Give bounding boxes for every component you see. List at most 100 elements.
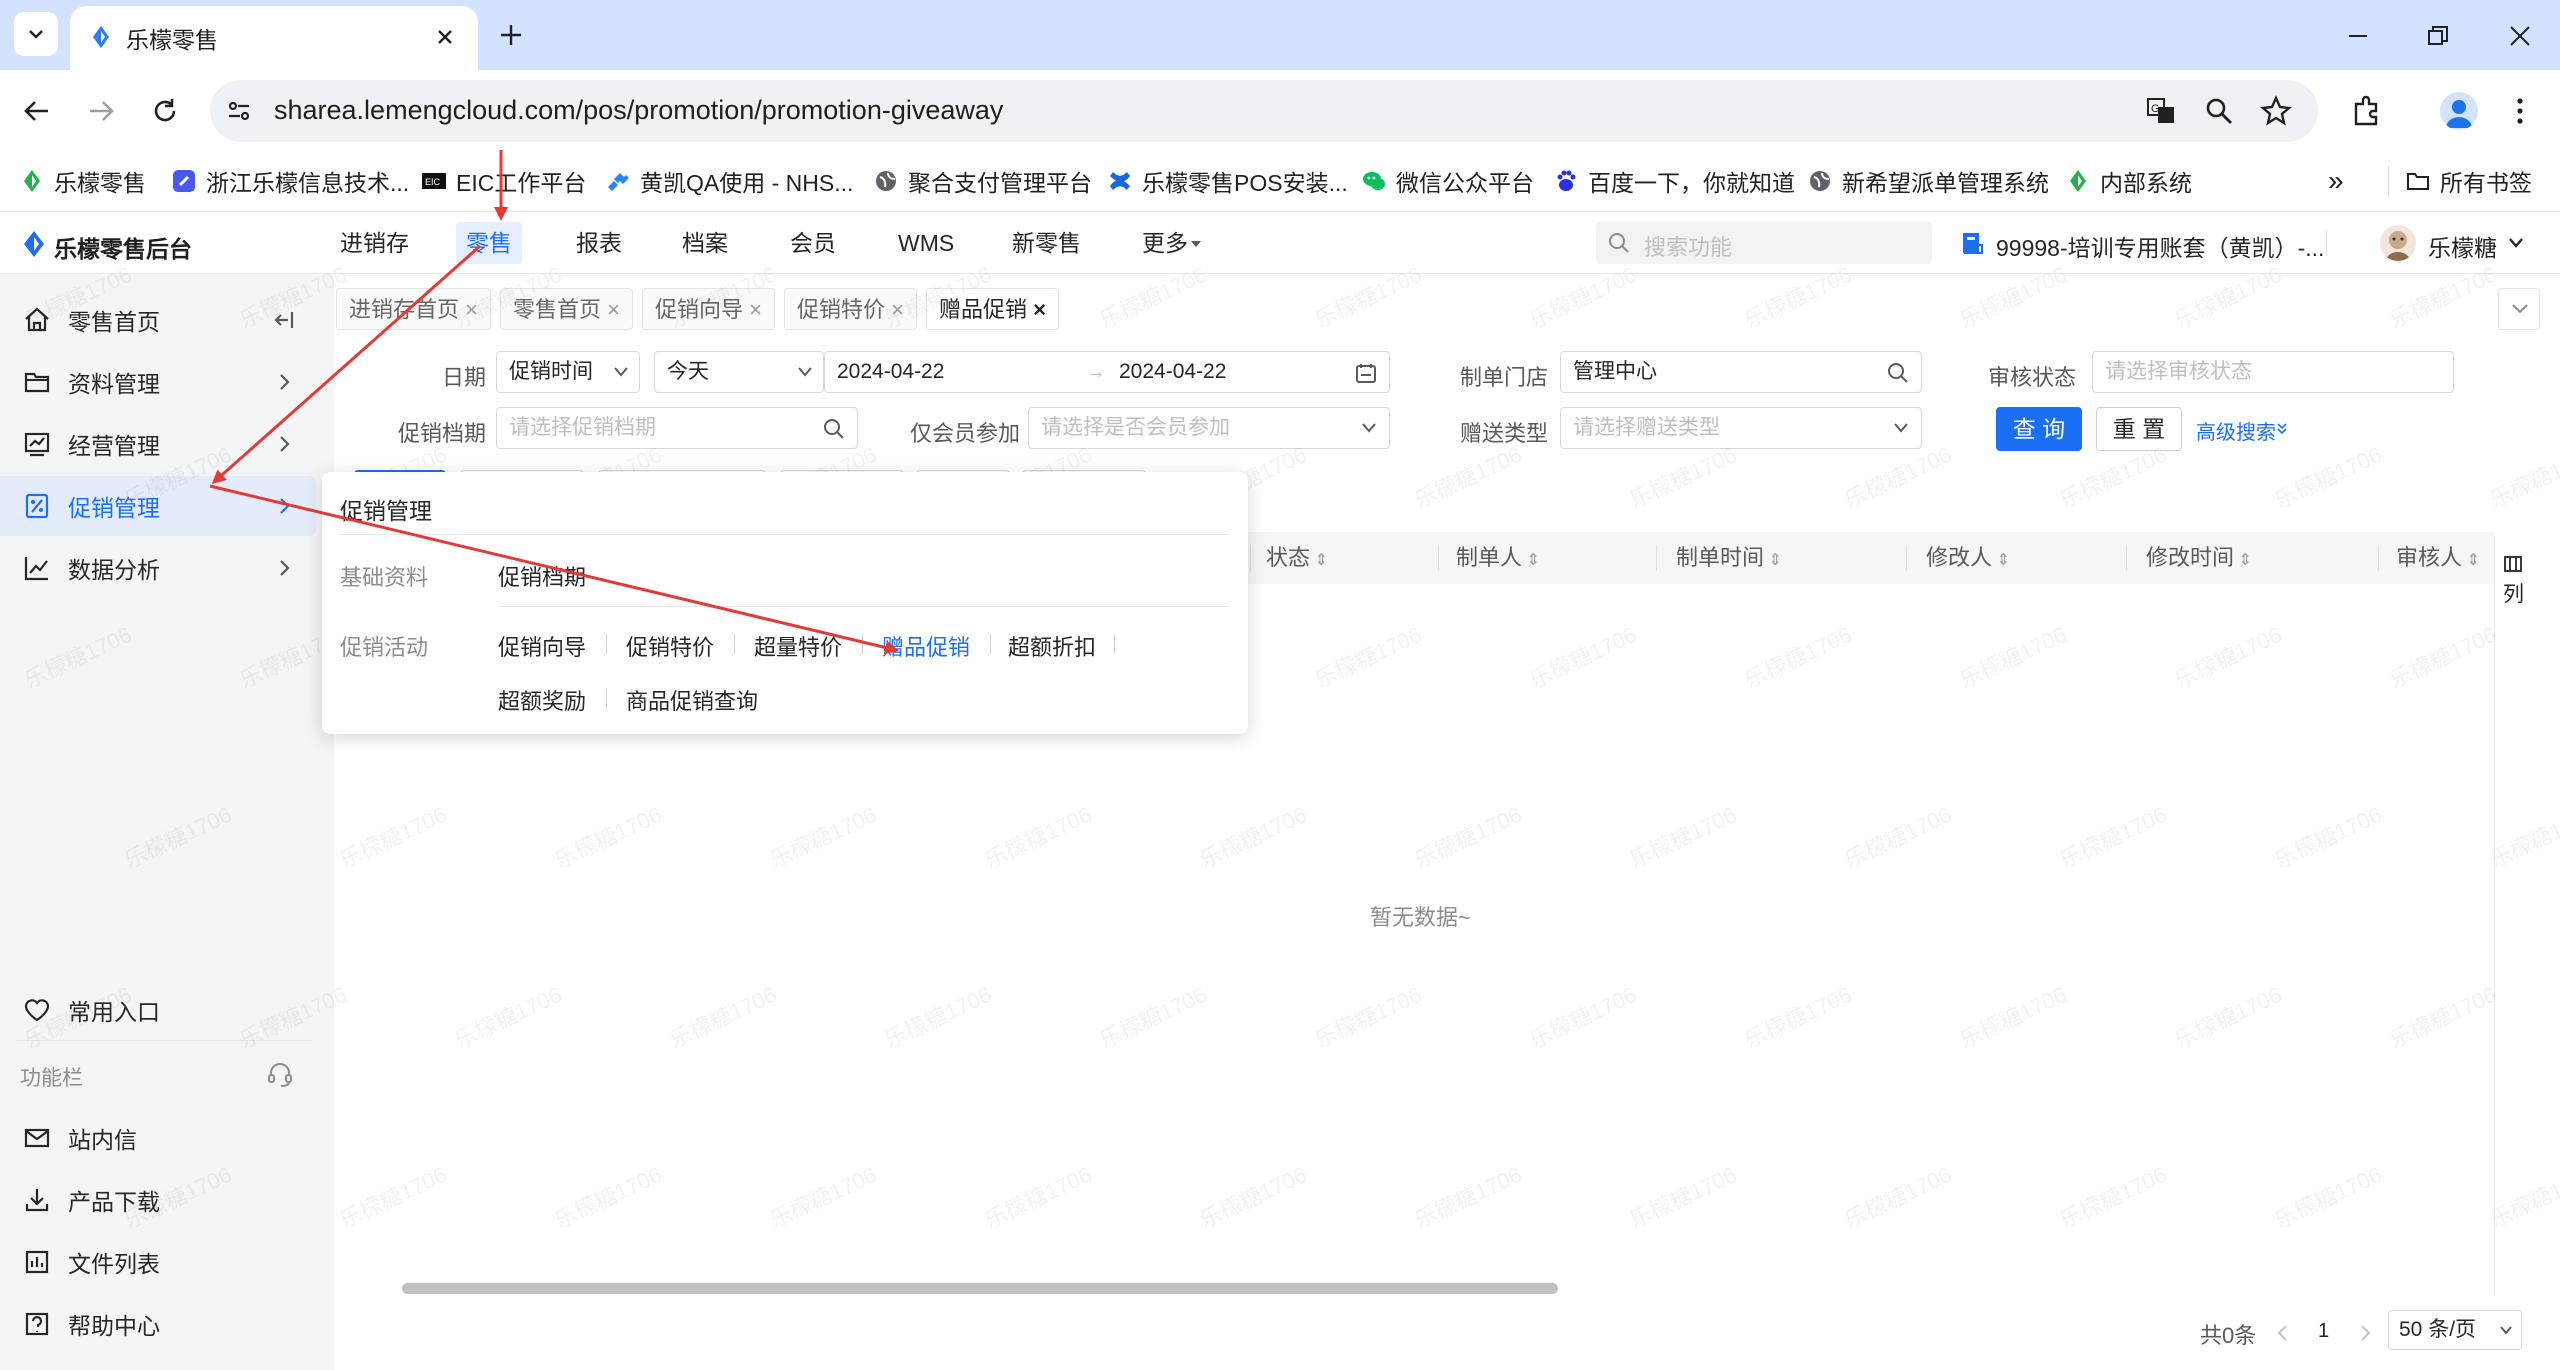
date-start[interactable]: 2024-04-22: [837, 360, 944, 383]
sort-icon[interactable]: ⇕: [2462, 552, 2479, 569]
bookmark-item[interactable]: EIC EIC工作平台: [422, 150, 586, 212]
date-preset-select[interactable]: 今天: [654, 351, 824, 393]
column-settings-button[interactable]: 列: [2494, 536, 2530, 1296]
page-tab[interactable]: 促销特价 ×: [784, 288, 917, 330]
bookmark-item[interactable]: 乐檬零售: [20, 150, 146, 212]
calendar-icon[interactable]: [1355, 362, 1377, 384]
tool-help-center[interactable]: 帮助中心: [0, 1294, 316, 1354]
flyout-link-excess-discount[interactable]: 超额折扣: [1008, 630, 1096, 662]
forward-icon[interactable]: [86, 96, 116, 126]
bookmark-item[interactable]: 微信公众平台: [1362, 150, 1534, 212]
profile-avatar[interactable]: [2440, 92, 2478, 130]
nav-item[interactable]: 档案: [682, 212, 728, 274]
close-icon[interactable]: ×: [607, 297, 620, 322]
sidebar-item-analytics[interactable]: 数据分析: [0, 538, 316, 598]
member-only-select[interactable]: 请选择是否会员参加: [1028, 407, 1390, 449]
page-size-select[interactable]: 50 条/页: [2388, 1310, 2522, 1350]
double-chevron-down-icon[interactable]: [2276, 422, 2288, 436]
translate-icon[interactable]: G: [2146, 96, 2176, 126]
sidebar-item-promotion[interactable]: 促销管理: [0, 476, 316, 536]
page-tab[interactable]: 促销向导 ×: [642, 288, 775, 330]
restore-icon[interactable]: [2426, 24, 2450, 48]
close-window-icon[interactable]: [2508, 24, 2532, 48]
more-bookmarks-button[interactable]: »: [2328, 150, 2344, 212]
bookmark-item[interactable]: 乐檬零售POS安装...: [1108, 150, 1348, 212]
close-icon[interactable]: ×: [465, 297, 478, 322]
nav-item[interactable]: 报表: [576, 212, 622, 274]
zoom-icon[interactable]: [2204, 96, 2234, 126]
tabs-overflow-button[interactable]: [2498, 288, 2540, 330]
advanced-search-link[interactable]: 高级搜索: [2196, 416, 2276, 445]
close-icon[interactable]: ×: [749, 297, 762, 322]
page-tab-active[interactable]: 赠品促销 ×: [926, 288, 1059, 330]
extensions-icon[interactable]: [2350, 94, 2384, 128]
column-header-create-time[interactable]: 制单时间 ⇕: [1676, 532, 1782, 584]
sidebar-item-data-management[interactable]: 资料管理: [0, 352, 316, 412]
horizontal-scrollbar[interactable]: [402, 1283, 1558, 1294]
column-header-auditor[interactable]: 审核人 ⇕: [2396, 532, 2480, 584]
flyout-link-special-price[interactable]: 促销特价: [626, 630, 714, 662]
favorites-entry[interactable]: 常用入口: [0, 980, 316, 1040]
audit-status-select[interactable]: 请选择审核状态: [2092, 351, 2454, 393]
search-icon[interactable]: [823, 418, 845, 440]
function-search-input[interactable]: 搜索功能: [1596, 222, 1932, 264]
bookmark-item[interactable]: 黄凯QA使用 - NHS...: [606, 150, 853, 212]
gift-type-select[interactable]: 请选择赠送类型: [1560, 407, 1922, 449]
bookmark-star-icon[interactable]: [2260, 95, 2292, 127]
back-icon[interactable]: [22, 96, 52, 126]
bookmark-item[interactable]: 新希望派单管理系统: [1808, 150, 2049, 212]
column-header-modifier[interactable]: 修改人 ⇕: [1926, 532, 2010, 584]
page-tab[interactable]: 零售首页 ×: [500, 288, 633, 330]
flyout-link-excess-reward[interactable]: 超额奖励: [498, 684, 586, 716]
address-bar[interactable]: sharea.lemengcloud.com/pos/promotion/pro…: [210, 80, 2318, 142]
close-icon[interactable]: ×: [891, 297, 904, 322]
bookmark-item[interactable]: 内部系统: [2066, 150, 2192, 212]
headset-icon[interactable]: [266, 1060, 294, 1088]
reset-button[interactable]: 重 置: [2096, 407, 2182, 451]
sort-icon[interactable]: ⇕: [1764, 552, 1781, 569]
chevron-down-icon[interactable]: [2508, 237, 2524, 249]
prev-page-icon[interactable]: [2276, 1324, 2290, 1342]
sort-icon[interactable]: ⇕: [1522, 552, 1539, 569]
store-input[interactable]: 管理中心: [1560, 351, 1922, 393]
url-text[interactable]: sharea.lemengcloud.com/pos/promotion/pro…: [274, 95, 1003, 126]
close-tab-icon[interactable]: [436, 28, 454, 46]
sidebar-item-retail-home[interactable]: 零售首页: [0, 290, 316, 350]
browser-menu-icon[interactable]: [2512, 96, 2528, 126]
column-header-status[interactable]: 状态 ⇕: [1266, 532, 1328, 584]
flyout-link-schedule[interactable]: 促销档期: [498, 560, 586, 592]
site-info-icon[interactable]: [224, 96, 254, 126]
sidebar-item-operations[interactable]: 经营管理: [0, 414, 316, 474]
collapse-sidebar-icon[interactable]: [272, 308, 296, 332]
next-page-icon[interactable]: [2358, 1324, 2372, 1342]
nav-item[interactable]: 新零售: [1012, 212, 1081, 274]
flyout-link-wizard[interactable]: 促销向导: [498, 630, 586, 662]
flyout-link-gift-promotion[interactable]: 赠品促销: [882, 630, 970, 662]
bookmark-item[interactable]: 浙江乐檬信息技术...: [172, 150, 409, 212]
bookmark-item[interactable]: 百度一下，你就知道: [1554, 150, 1795, 212]
sort-icon[interactable]: ⇕: [1310, 552, 1327, 569]
sort-icon[interactable]: ⇕: [1992, 552, 2009, 569]
date-type-select[interactable]: 促销时间: [496, 351, 640, 393]
column-header-modify-time[interactable]: 修改时间 ⇕: [2146, 532, 2252, 584]
schedule-input[interactable]: 请选择促销档期: [496, 407, 858, 449]
date-range-picker[interactable]: 2024-04-22 → 2024-04-22: [824, 351, 1390, 393]
page-tab[interactable]: 进销存首页 ×: [336, 288, 491, 330]
user-avatar[interactable]: [2380, 225, 2416, 261]
nav-item[interactable]: WMS: [898, 212, 954, 274]
reload-icon[interactable]: [150, 96, 180, 126]
new-tab-icon[interactable]: [498, 22, 524, 48]
search-icon[interactable]: [1887, 362, 1909, 384]
all-bookmarks-button[interactable]: 所有书签: [2406, 150, 2532, 212]
nav-item[interactable]: 会员: [790, 212, 836, 274]
user-name[interactable]: 乐檬糖: [2428, 229, 2497, 263]
tool-messages[interactable]: 站内信: [0, 1108, 316, 1168]
current-page[interactable]: 1: [2318, 1320, 2329, 1343]
tab-search-button[interactable]: [14, 12, 58, 56]
nav-item[interactable]: 进销存: [340, 212, 409, 274]
date-end[interactable]: 2024-04-22: [1119, 352, 1226, 392]
query-button[interactable]: 查 询: [1996, 407, 2082, 451]
tool-file-list[interactable]: 文件列表: [0, 1232, 316, 1292]
minimize-icon[interactable]: [2346, 24, 2370, 48]
bookmark-item[interactable]: 聚合支付管理平台: [874, 150, 1092, 212]
